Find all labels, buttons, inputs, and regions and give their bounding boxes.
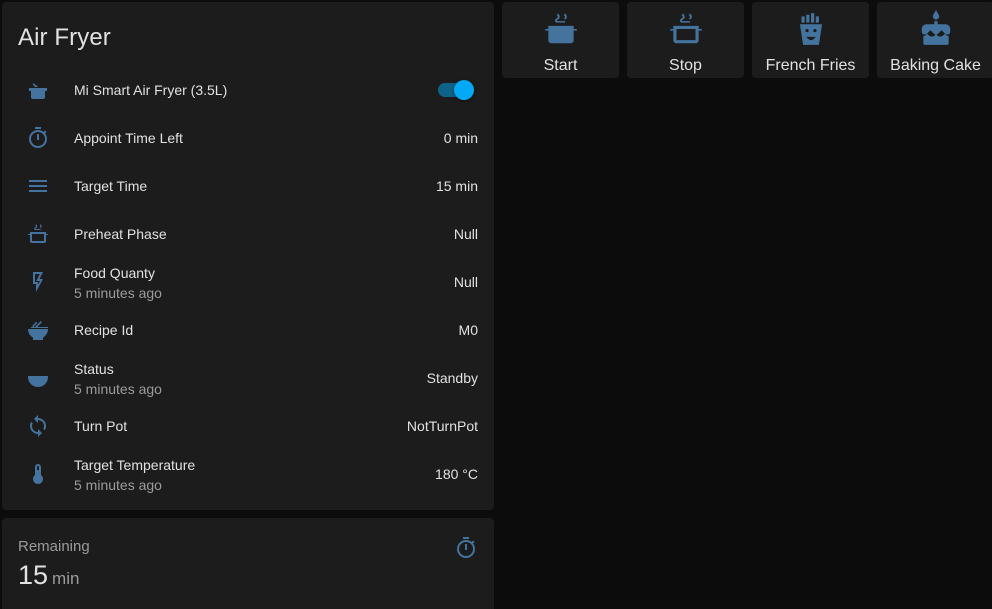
menu-icon <box>22 173 54 199</box>
entity-name: Status <box>74 361 114 377</box>
baking-cake-button[interactable]: Baking Cake <box>877 2 992 78</box>
entity-row-air-fryer[interactable]: Mi Smart Air Fryer (3.5L) <box>2 66 494 114</box>
entity-row-target-temperature[interactable]: Target Temperature 5 minutes ago 180 °C <box>2 450 494 498</box>
remaining-sensor-card[interactable]: Remaining 15 min <box>2 518 494 609</box>
bowl-icon <box>22 365 54 391</box>
entity-state: Null <box>453 226 478 242</box>
entity-state: 15 min <box>435 178 478 194</box>
entity-name: Mi Smart Air Fryer (3.5L) <box>74 82 228 98</box>
pot-steam-icon <box>502 10 619 48</box>
sensor-value: 15 min <box>18 560 79 591</box>
entity-row-recipe-id[interactable]: Recipe Id M0 <box>2 306 494 354</box>
button-label: French Fries <box>765 57 856 74</box>
entity-name: Turn Pot <box>74 418 128 434</box>
button-label: Start <box>543 57 578 74</box>
start-button[interactable]: Start <box>502 2 619 78</box>
pot-icon <box>22 77 54 103</box>
entity-state: 0 min <box>443 130 478 146</box>
entity-state: Null <box>453 274 478 290</box>
button-label: Stop <box>669 57 702 74</box>
entity-name: Food Quanty <box>74 265 155 281</box>
sensor-value-unit: min <box>52 569 80 588</box>
entity-row-food-quanty[interactable]: Food Quanty 5 minutes ago Null <box>2 258 494 306</box>
sync-icon <box>22 413 54 439</box>
timer-icon <box>22 125 54 151</box>
entities-card: Air Fryer Mi Smart Air Fryer (3.5L) Appo… <box>2 2 494 510</box>
entity-state: NotTurnPot <box>406 418 478 434</box>
timer-icon <box>454 536 478 560</box>
entity-row-preheat-phase[interactable]: Preheat Phase Null <box>2 210 494 258</box>
toggle-knob <box>454 80 474 100</box>
cake-icon <box>877 10 992 48</box>
last-changed: 5 minutes ago <box>74 381 162 397</box>
entity-state: Standby <box>426 370 478 386</box>
last-changed: 5 minutes ago <box>74 285 162 301</box>
entity-name: Target Time <box>74 178 148 194</box>
pot-steam-outline-icon <box>22 221 54 247</box>
entity-name: Appoint Time Left <box>74 130 183 146</box>
entity-name: Target Temperature <box>74 457 196 473</box>
sensor-name: Remaining <box>18 538 90 555</box>
entity-row-turn-pot[interactable]: Turn Pot NotTurnPot <box>2 402 494 450</box>
pot-steam-outline-icon <box>627 10 744 48</box>
entity-name: Preheat Phase <box>74 226 167 242</box>
entity-row-appoint-time-left[interactable]: Appoint Time Left 0 min <box>2 114 494 162</box>
button-label: Baking Cake <box>890 57 981 74</box>
flash-outline-icon <box>22 269 54 295</box>
entity-row-status[interactable]: Status 5 minutes ago Standby <box>2 354 494 402</box>
card-title: Air Fryer <box>18 24 111 51</box>
entity-row-target-time[interactable]: Target Time 15 min <box>2 162 494 210</box>
stop-button[interactable]: Stop <box>627 2 744 78</box>
sensor-value-number: 15 <box>18 560 49 590</box>
entity-state: 180 °C <box>435 466 478 482</box>
entity-name: Recipe Id <box>74 322 134 338</box>
entity-state: M0 <box>458 322 478 338</box>
french-fries-icon <box>752 10 869 48</box>
power-toggle[interactable] <box>438 80 474 100</box>
last-changed: 5 minutes ago <box>74 477 162 493</box>
noodles-icon <box>22 317 54 343</box>
thermometer-icon <box>22 461 54 487</box>
french-fries-button[interactable]: French Fries <box>752 2 869 78</box>
